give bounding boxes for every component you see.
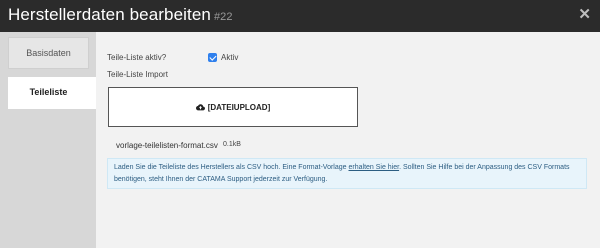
sidebar: Basisdaten Teileliste [0, 32, 105, 248]
record-id: #22 [213, 11, 233, 23]
aktiv-checkbox[interactable] [208, 53, 217, 62]
sidebar-item-teileliste[interactable]: Teileliste [8, 77, 105, 109]
uploaded-file-row: vorlage-teilelisten-format.csv 0.1kB [116, 141, 241, 150]
edit-manufacturer-modal: Herstellerdaten bearbeiten #22 ✕ Basisdat… [0, 0, 600, 248]
aktiv-checkbox-label[interactable]: Aktiv [221, 53, 238, 62]
upload-label-row: [DATEIUPLOAD] [109, 103, 357, 112]
file-size: 0.1kB [223, 141, 241, 148]
modal-title-text: Herstellerdaten bearbeiten [8, 5, 211, 24]
format-template-link[interactable]: erhalten Sie hier [349, 164, 400, 171]
info-alert: Laden Sie die Teileliste des Herstellers… [107, 158, 587, 189]
cloud-upload-icon [195, 104, 205, 111]
main-content: Teile-Liste aktiv? Aktiv Teile-Liste Imp… [96, 32, 600, 248]
sidebar-item-label: Teileliste [29, 87, 68, 97]
teile-liste-import-label: Teile-Liste Import [107, 70, 168, 79]
file-name[interactable]: vorlage-teilelisten-format.csv [116, 141, 218, 150]
info-text-before: Laden Sie die Teileliste des Herstellers… [114, 164, 349, 171]
modal-header: Herstellerdaten bearbeiten #22 ✕ [0, 0, 600, 32]
teile-liste-aktiv-label: Teile-Liste aktiv? [107, 53, 167, 62]
file-upload-dropzone[interactable]: [DATEIUPLOAD] [108, 87, 358, 127]
close-icon[interactable]: ✕ [578, 7, 591, 23]
modal-title: Herstellerdaten bearbeiten #22 [8, 5, 233, 25]
sidebar-item-label: Basisdaten [26, 48, 71, 58]
upload-label: [DATEIUPLOAD] [207, 103, 271, 112]
sidebar-item-basisdaten[interactable]: Basisdaten [8, 37, 89, 69]
